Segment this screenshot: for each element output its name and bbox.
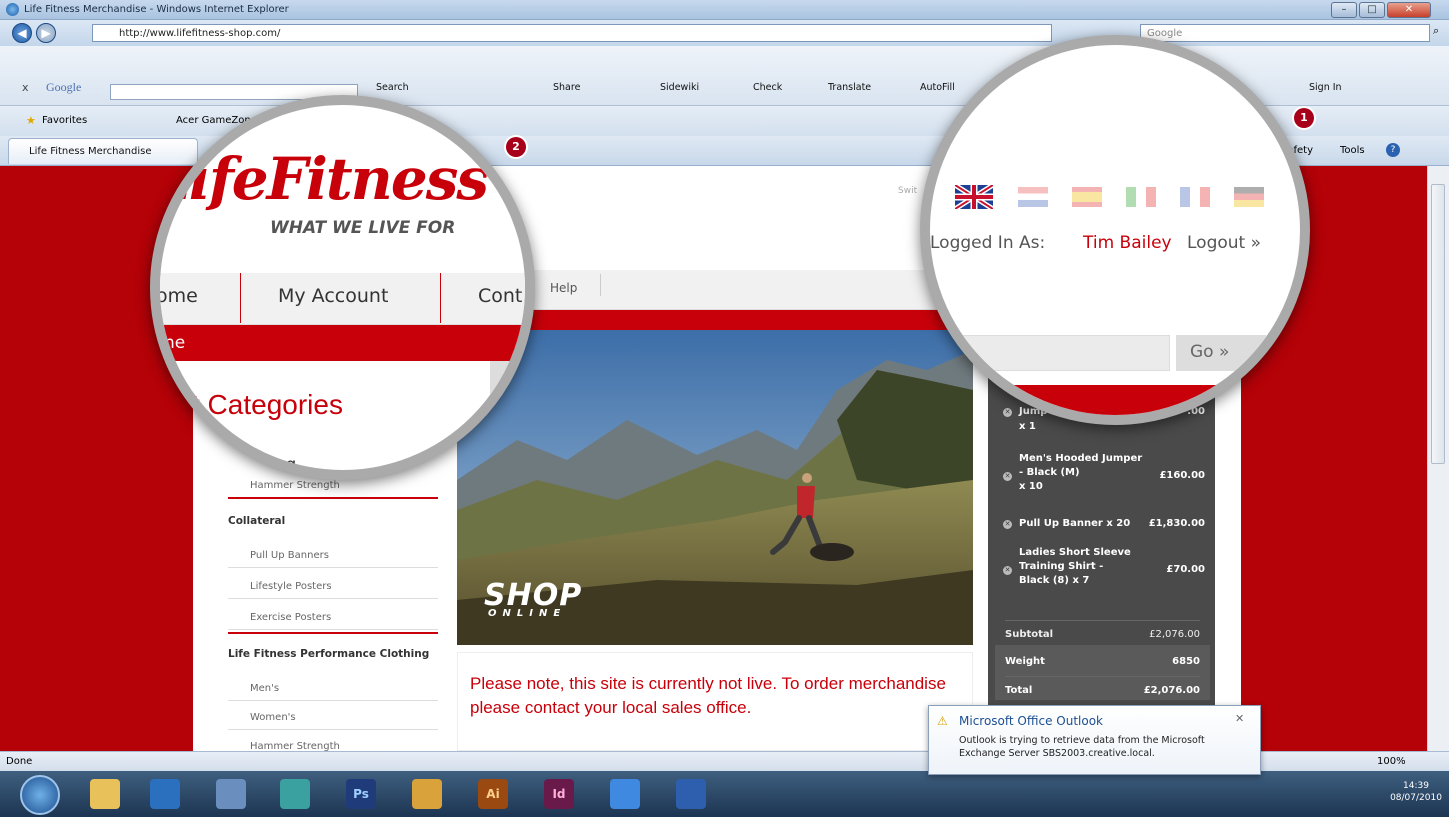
notification-body: Outlook is trying to retrieve data from … [959, 735, 1205, 759]
toolbar-translate-button[interactable]: Translate [828, 82, 871, 93]
search-icon[interactable]: ⌕ [1433, 24, 1439, 38]
flag-de-icon[interactable] [1234, 187, 1264, 207]
nav-divider [600, 274, 601, 296]
nav-contact[interactable]: Cont [478, 285, 522, 307]
category-item[interactable]: Pull Up Banners [228, 546, 438, 568]
ie-logo-icon [6, 3, 19, 16]
maximize-button[interactable]: □ [1359, 2, 1385, 18]
category-heading-collateral[interactable]: Collateral [228, 515, 285, 527]
screenshot-root: Life Fitness Merchandise - Windows Inter… [0, 0, 1449, 817]
nav-divider [240, 273, 241, 323]
flag-it-icon[interactable] [1126, 187, 1156, 207]
category-heading-clothing[interactable]: Life Fitness Performance Clothing [228, 648, 429, 660]
toolbar-sidewiki-button[interactable]: Sidewiki [660, 82, 699, 93]
toolbar-search-button[interactable]: Search [376, 82, 409, 93]
notification-close-button[interactable]: ✕ [1235, 712, 1244, 725]
app-taskbar-icon[interactable] [280, 779, 310, 809]
notification-title: Microsoft Office Outlook [959, 714, 1103, 728]
basket-item: ✕ Pull Up Banner x 20 £1,830.00 [1003, 518, 1205, 529]
category-item[interactable]: Exercise Posters [228, 608, 438, 630]
status-text: Done [6, 756, 33, 767]
notice-text: Please note, this site is currently not … [470, 674, 946, 717]
hero-subtitle: ONLINE [488, 608, 567, 619]
basket-weight: Weight 6850 [1005, 656, 1200, 667]
close-button[interactable]: ✕ [1387, 2, 1431, 18]
indesign-taskbar-icon[interactable]: Id [544, 779, 574, 809]
scrollbar-thumb[interactable] [1431, 184, 1445, 464]
category-divider [228, 497, 438, 499]
remove-item-icon[interactable]: ✕ [1003, 520, 1012, 529]
category-divider [228, 632, 438, 634]
site-tagline: WHAT WE LIVE FOR [270, 218, 456, 238]
window-title: Life Fitness Merchandise - Windows Inter… [24, 4, 289, 15]
callout-badge-1: 1 [1294, 108, 1314, 128]
flag-nl-icon[interactable] [1018, 187, 1048, 207]
clock-time: 14:39 [1403, 781, 1429, 791]
favorites-star-icon: ★ [26, 114, 36, 127]
categories-title: ct Categories [178, 389, 343, 420]
logged-in-user[interactable]: Tim Bailey [1083, 233, 1172, 253]
zoom-level[interactable]: 100% [1377, 756, 1406, 767]
outlook-taskbar-icon[interactable] [412, 779, 442, 809]
start-button[interactable] [20, 775, 60, 815]
flag-es-icon[interactable] [1072, 187, 1102, 207]
media-taskbar-icon[interactable] [150, 779, 180, 809]
category-item[interactable]: Women's [228, 708, 438, 730]
remove-item-icon[interactable]: ✕ [1003, 566, 1012, 575]
warning-icon: ⚠ [937, 714, 948, 728]
address-toolbar: ◀ ▶ http://www.lifefitness-shop.com/ Goo… [0, 20, 1449, 46]
clock-date: 08/07/2010 [1390, 793, 1442, 803]
magnifier-account: Logged In As: Tim Bailey Logout » Go » [920, 35, 1310, 425]
basket-item: ✕ Men's Hooded Jumper - Black (M) £160.0… [1003, 453, 1205, 492]
magnifier-logo: LifeFitness WHAT WE LIVE FOR ome My Acco… [150, 95, 535, 480]
nav-help[interactable]: Help [550, 281, 577, 295]
toolbar-share-button[interactable]: Share [553, 82, 580, 93]
nav-my-account[interactable]: My Account [278, 285, 388, 307]
logout-link[interactable]: Logout » [1187, 233, 1261, 253]
site-search-input[interactable] [930, 335, 1170, 371]
taskbar-clock[interactable]: 14:39 08/07/2010 [1388, 780, 1444, 804]
forward-button[interactable]: ▶ [36, 23, 56, 43]
explorer-taskbar-icon[interactable] [90, 779, 120, 809]
remove-item-icon[interactable]: ✕ [1003, 472, 1012, 481]
basket-item: ✕ Ladies Short Sleeve Training Shirt - B… [1003, 547, 1205, 586]
basket-total: Total £2,076.00 [1005, 676, 1200, 696]
toolbar-sign-in-button[interactable]: Sign In [1309, 82, 1342, 93]
help-icon[interactable]: ? [1386, 143, 1400, 157]
address-input[interactable]: http://www.lifefitness-shop.com/ [92, 24, 1052, 42]
logged-in-label: Logged In As: [930, 233, 1046, 253]
breadcrumb-home[interactable]: ne [164, 333, 185, 353]
back-button[interactable]: ◀ [12, 23, 32, 43]
ie-taskbar-icon[interactable] [610, 779, 640, 809]
nav-home[interactable]: ome [160, 285, 198, 307]
nav-divider [440, 273, 441, 323]
toolbar-autofill-button[interactable]: AutoFill [920, 82, 955, 93]
illustrator-taskbar-icon[interactable]: Ai [478, 779, 508, 809]
site-logo[interactable]: LifeFitness [160, 145, 489, 213]
google-brand: Google [46, 80, 82, 94]
callout-badge-2: 2 [506, 137, 526, 157]
flag-fr-icon[interactable] [1180, 187, 1210, 207]
outlook-notification[interactable]: ⚠ Microsoft Office Outlook ✕ Outlook is … [928, 705, 1261, 775]
favorites-button[interactable]: Favorites [42, 115, 87, 126]
tools-menu[interactable]: Tools [1340, 145, 1365, 156]
browser-search-input[interactable]: Google [1140, 24, 1430, 42]
category-item[interactable]: Lifestyle Posters [228, 577, 438, 599]
app-taskbar-icon[interactable] [216, 779, 246, 809]
breadcrumb-strip [160, 325, 525, 361]
search-go-button[interactable]: Go » [1176, 335, 1266, 371]
word-taskbar-icon[interactable] [676, 779, 706, 809]
toolbar-check-button[interactable]: Check [753, 82, 782, 93]
minimize-button[interactable]: – [1331, 2, 1357, 18]
category-item[interactable]: Men's [228, 679, 438, 701]
toolbar-close-button[interactable]: x [22, 81, 29, 94]
window-titlebar: Life Fitness Merchandise - Windows Inter… [0, 0, 1449, 20]
flag-uk-icon[interactable] [953, 182, 995, 212]
photoshop-taskbar-icon[interactable]: Ps [346, 779, 376, 809]
basket-subtotal: Subtotal £2,076.00 [1005, 620, 1200, 640]
flag-uk-graphic [953, 182, 995, 212]
language-switch-label: Swit [898, 186, 918, 196]
